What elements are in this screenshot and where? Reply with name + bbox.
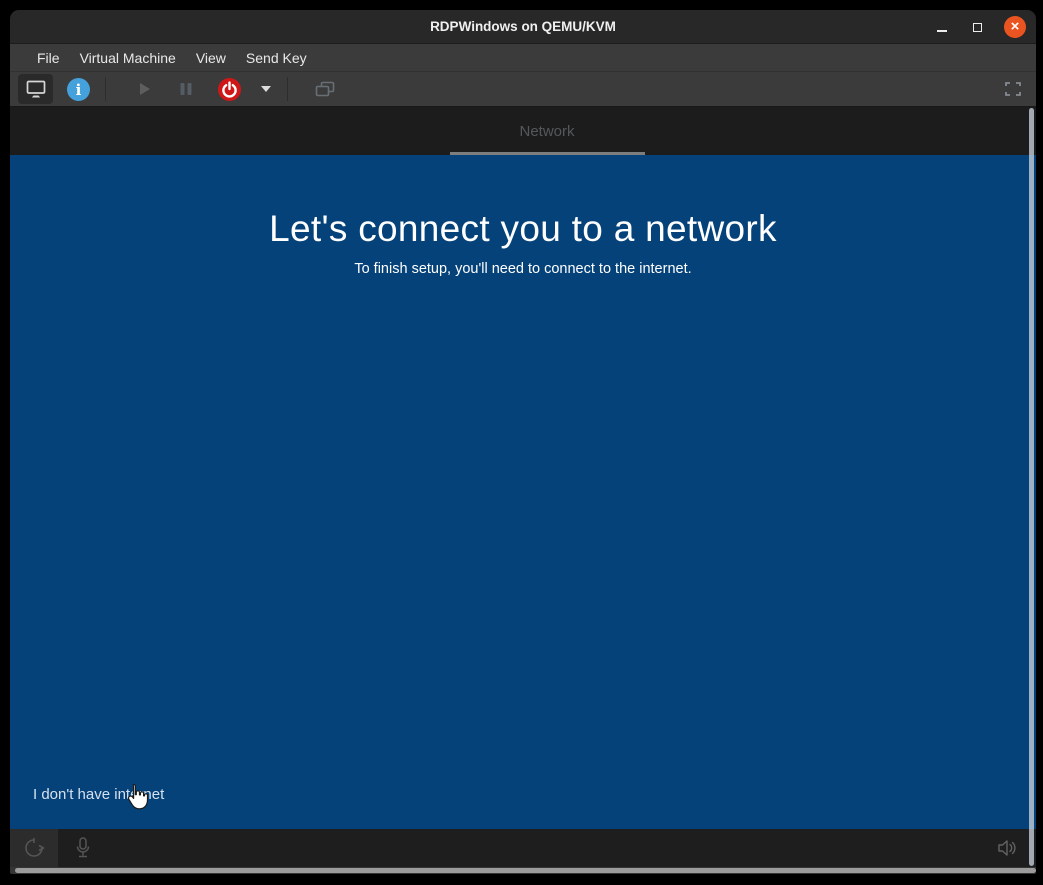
info-icon: i bbox=[66, 77, 91, 102]
horizontal-scrollbar-thumb[interactable] bbox=[15, 868, 1036, 873]
oobe-header: Network bbox=[10, 107, 1036, 155]
titlebar[interactable]: RDPWindows on QEMU/KVM × bbox=[10, 10, 1036, 44]
maximize-icon bbox=[973, 23, 982, 32]
toolbar-separator bbox=[287, 77, 288, 101]
minimize-icon bbox=[937, 30, 947, 32]
pause-icon bbox=[177, 80, 195, 98]
window-controls: × bbox=[934, 10, 1026, 44]
fullscreen-button[interactable] bbox=[998, 74, 1028, 104]
menu-file[interactable]: File bbox=[27, 44, 70, 71]
maximize-button[interactable] bbox=[969, 19, 985, 35]
oobe-step-network: Network bbox=[519, 107, 574, 155]
ease-of-access-icon bbox=[22, 836, 46, 860]
oobe-subtitle: To finish setup, you'll need to connect … bbox=[10, 261, 1036, 277]
volume-icon bbox=[996, 838, 1018, 858]
volume-button[interactable] bbox=[996, 838, 1018, 858]
shutdown-menu-button[interactable] bbox=[251, 74, 281, 104]
ease-of-access-button[interactable] bbox=[10, 829, 58, 867]
close-icon: × bbox=[1011, 19, 1020, 34]
vertical-scrollbar[interactable] bbox=[1029, 108, 1034, 866]
shutdown-button[interactable] bbox=[209, 74, 249, 104]
window-title: RDPWindows on QEMU/KVM bbox=[10, 19, 1036, 34]
vm-details-button[interactable]: i bbox=[61, 74, 96, 104]
toolbar: i bbox=[10, 71, 1036, 107]
svg-text:i: i bbox=[76, 81, 82, 99]
menu-send-key[interactable]: Send Key bbox=[236, 44, 317, 71]
menu-view[interactable]: View bbox=[186, 44, 236, 71]
oobe-title: Let's connect you to a network bbox=[10, 155, 1036, 250]
minimize-button[interactable] bbox=[934, 19, 950, 35]
chevron-down-icon bbox=[260, 85, 272, 93]
oobe-footer bbox=[10, 829, 1036, 867]
microphone-icon bbox=[72, 836, 94, 860]
fullscreen-icon bbox=[1004, 81, 1022, 97]
virt-manager-window: RDPWindows on QEMU/KVM × File Virtual Ma… bbox=[10, 10, 1036, 874]
pause-button[interactable] bbox=[166, 74, 206, 104]
horizontal-scrollbar[interactable] bbox=[10, 867, 1036, 874]
virtual-consoles-button[interactable] bbox=[305, 74, 345, 104]
menu-virtual-machine[interactable]: Virtual Machine bbox=[70, 44, 186, 71]
run-button[interactable] bbox=[124, 74, 164, 104]
monitor-icon bbox=[25, 79, 47, 99]
hand-cursor bbox=[123, 783, 148, 812]
microphone-button[interactable] bbox=[72, 836, 94, 860]
play-icon bbox=[134, 79, 154, 99]
graphical-console-button[interactable] bbox=[18, 74, 53, 104]
menubar: File Virtual Machine View Send Key bbox=[10, 44, 1036, 71]
close-button[interactable]: × bbox=[1004, 16, 1026, 38]
displays-icon bbox=[314, 80, 336, 99]
toolbar-separator bbox=[105, 77, 106, 101]
oobe-body: Let's connect you to a network To finish… bbox=[10, 155, 1036, 829]
power-icon bbox=[217, 77, 242, 102]
vm-display[interactable]: Network Let's connect you to a network T… bbox=[10, 107, 1036, 867]
